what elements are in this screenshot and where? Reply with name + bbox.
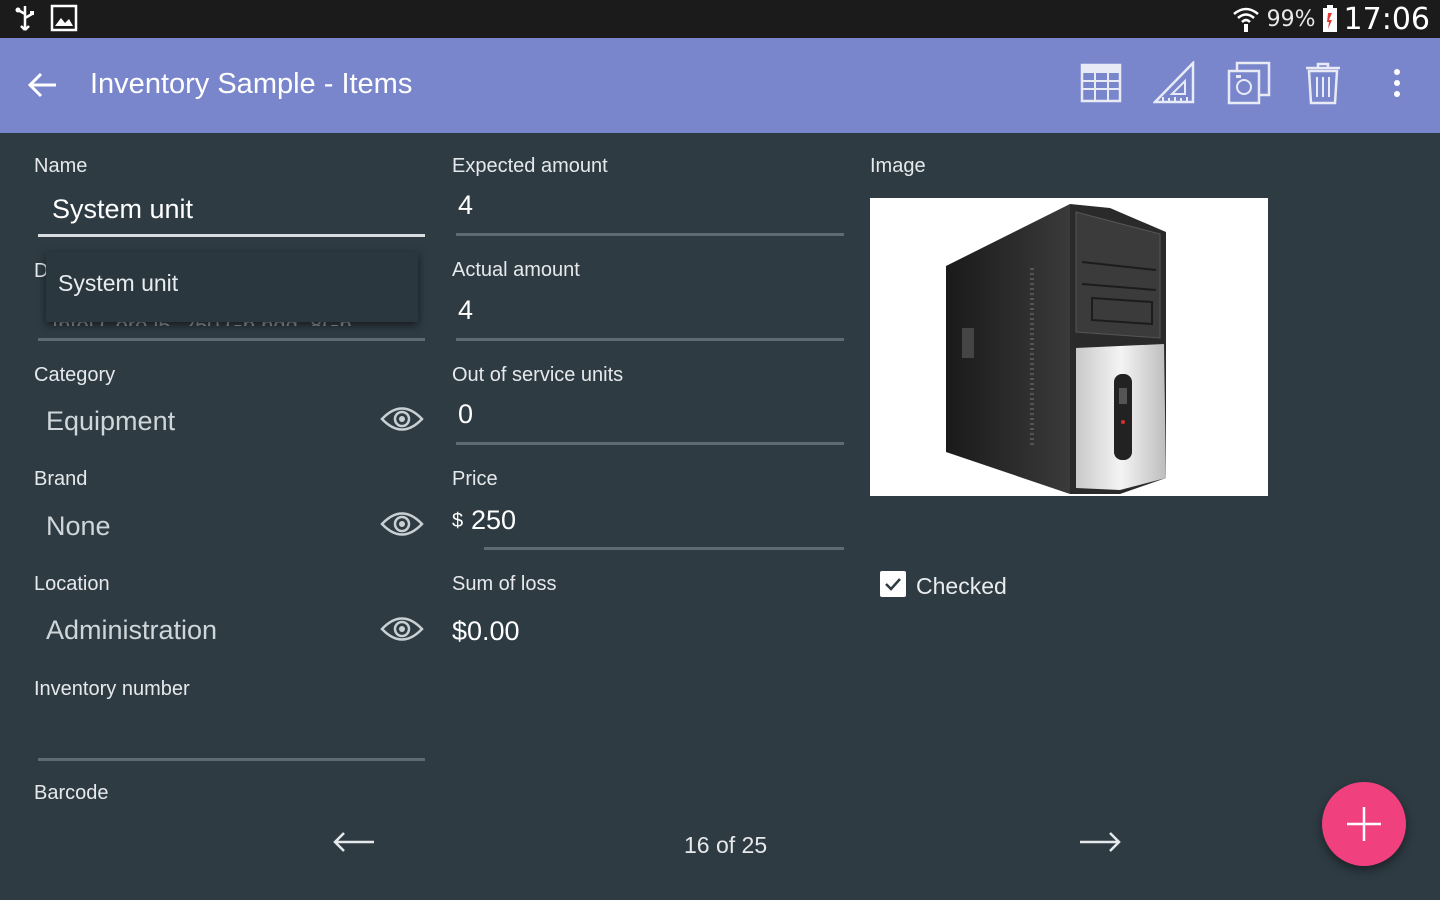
computer-tower-icon bbox=[946, 204, 1166, 494]
copy-image-icon bbox=[1227, 61, 1271, 105]
usb-icon bbox=[15, 6, 34, 31]
inventory-number-underline bbox=[38, 758, 425, 761]
autocomplete-suggestion[interactable]: System unit bbox=[58, 270, 178, 297]
add-item-button[interactable] bbox=[1322, 782, 1406, 866]
status-bar: 99% 17:06 bbox=[0, 0, 1440, 38]
brand-value[interactable]: None bbox=[46, 511, 111, 542]
image-notification-icon bbox=[50, 4, 78, 32]
table-icon bbox=[1080, 63, 1122, 103]
out-of-service-label: Out of service units bbox=[452, 364, 624, 386]
image-label: Image bbox=[870, 155, 926, 177]
brand-view-icon[interactable] bbox=[380, 509, 424, 539]
price-currency: $ bbox=[452, 510, 464, 532]
actual-amount-label: Actual amount bbox=[452, 259, 580, 281]
category-label: Category bbox=[34, 364, 116, 386]
app-bar: Inventory Sample - Items bbox=[0, 38, 1440, 133]
expected-amount-label: Expected amount bbox=[452, 155, 608, 177]
expected-amount-input[interactable]: 4 bbox=[458, 190, 473, 221]
battery-percent: 99% bbox=[1266, 6, 1316, 32]
plus-icon bbox=[1347, 807, 1381, 841]
ruler-icon bbox=[1153, 61, 1195, 104]
price-underline bbox=[484, 547, 844, 550]
clock: 17:06 bbox=[1343, 1, 1430, 37]
checked-label[interactable]: Checked bbox=[916, 573, 1007, 600]
out-of-service-underline bbox=[456, 442, 844, 445]
location-label: Location bbox=[34, 573, 110, 595]
category-value[interactable]: Equipment bbox=[46, 406, 175, 437]
table-view-button[interactable] bbox=[1078, 60, 1124, 106]
back-arrow-icon[interactable] bbox=[26, 68, 60, 102]
category-view-icon[interactable] bbox=[380, 404, 424, 434]
overflow-menu-button[interactable] bbox=[1374, 60, 1420, 106]
previous-arrow-icon[interactable] bbox=[332, 830, 376, 854]
checked-checkbox[interactable] bbox=[880, 571, 906, 597]
price-input[interactable]: 250 bbox=[471, 505, 516, 536]
out-of-service-input[interactable]: 0 bbox=[458, 399, 473, 430]
delete-button[interactable] bbox=[1300, 60, 1346, 106]
next-arrow-icon[interactable] bbox=[1078, 830, 1122, 854]
name-input[interactable]: System unit bbox=[52, 194, 193, 225]
wifi-icon bbox=[1232, 7, 1259, 32]
ruler-button[interactable] bbox=[1152, 60, 1198, 106]
check-icon bbox=[885, 578, 901, 591]
location-view-icon[interactable] bbox=[380, 614, 424, 644]
autocomplete-dropdown: System unit bbox=[46, 252, 418, 322]
brand-label: Brand bbox=[34, 468, 88, 490]
actual-amount-underline bbox=[456, 338, 844, 341]
sum-of-loss-label: Sum of loss bbox=[452, 573, 557, 595]
trash-icon bbox=[1306, 62, 1340, 105]
item-image[interactable] bbox=[870, 198, 1268, 496]
inventory-number-label: Inventory number bbox=[34, 678, 190, 700]
pager-position: 16 of 25 bbox=[684, 832, 768, 858]
battery-icon bbox=[1322, 5, 1337, 32]
name-underline bbox=[38, 234, 425, 237]
page-title: Inventory Sample - Items bbox=[90, 68, 413, 100]
name-label: Name bbox=[34, 155, 88, 177]
actual-amount-input[interactable]: 4 bbox=[458, 295, 473, 326]
copy-image-button[interactable] bbox=[1226, 60, 1272, 106]
price-label: Price bbox=[452, 468, 498, 490]
barcode-label: Barcode bbox=[34, 782, 109, 804]
location-value[interactable]: Administration bbox=[46, 615, 217, 646]
more-vert-icon bbox=[1394, 69, 1400, 97]
expected-amount-underline bbox=[456, 233, 844, 236]
description-underline bbox=[38, 338, 425, 341]
sum-of-loss-value: $0.00 bbox=[452, 616, 520, 646]
